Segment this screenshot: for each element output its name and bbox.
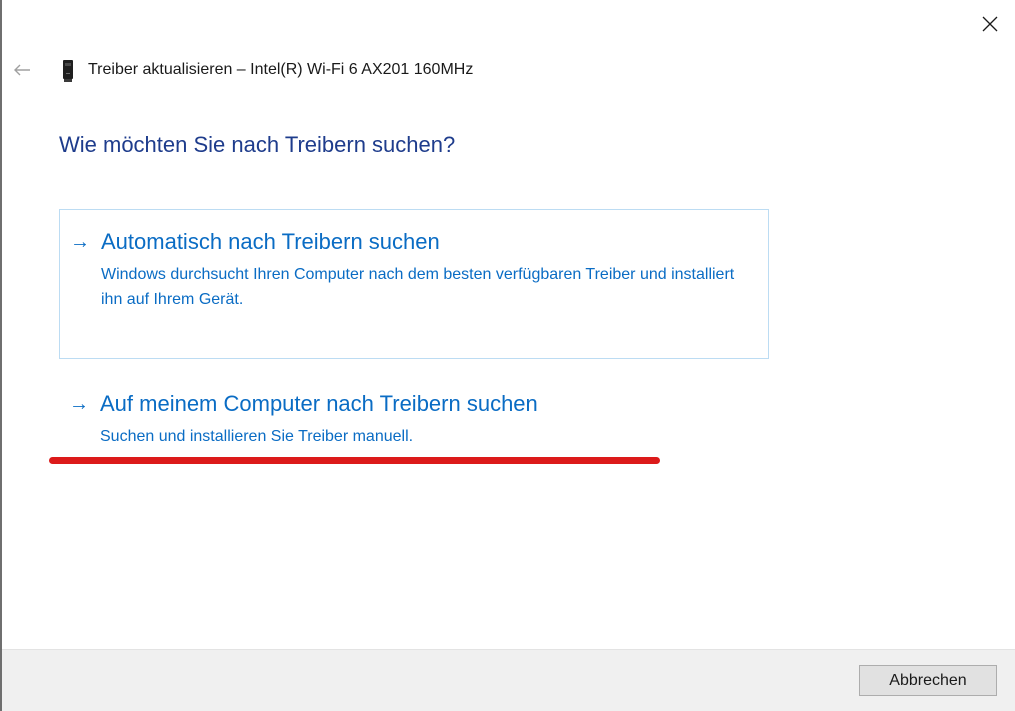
back-arrow-icon (14, 64, 30, 76)
option-title[interactable]: Automatisch nach Treibern suchen (101, 229, 440, 255)
arrow-right-icon: → (70, 231, 90, 253)
browse-my-computer-option[interactable]: → Auf meinem Computer nach Treibern such… (59, 378, 767, 452)
update-driver-dialog: Treiber aktualisieren – Intel(R) Wi-Fi 6… (0, 0, 1015, 711)
window-title: Treiber aktualisieren – Intel(R) Wi-Fi 6… (88, 61, 474, 78)
search-automatically-option[interactable]: → Automatisch nach Treibern suchen Windo… (59, 209, 769, 359)
back-button[interactable] (8, 56, 36, 84)
close-button[interactable] (972, 6, 1008, 42)
cancel-button[interactable]: Abbrechen (859, 665, 997, 696)
arrow-right-icon: → (69, 393, 89, 415)
dialog-footer: Abbrechen (2, 649, 1015, 711)
option-description: Suchen und installieren Sie Treiber manu… (100, 428, 414, 445)
option-title[interactable]: Auf meinem Computer nach Treibern suchen (100, 391, 538, 417)
window-edge (0, 0, 2, 711)
close-icon (982, 16, 998, 32)
red-underline-annotation (49, 457, 660, 464)
page-heading: Wie möchten Sie nach Treibern suchen? (59, 132, 456, 157)
network-adapter-icon (63, 60, 73, 82)
option-description: Windows durchsucht Ihren Computer nach d… (101, 266, 735, 308)
